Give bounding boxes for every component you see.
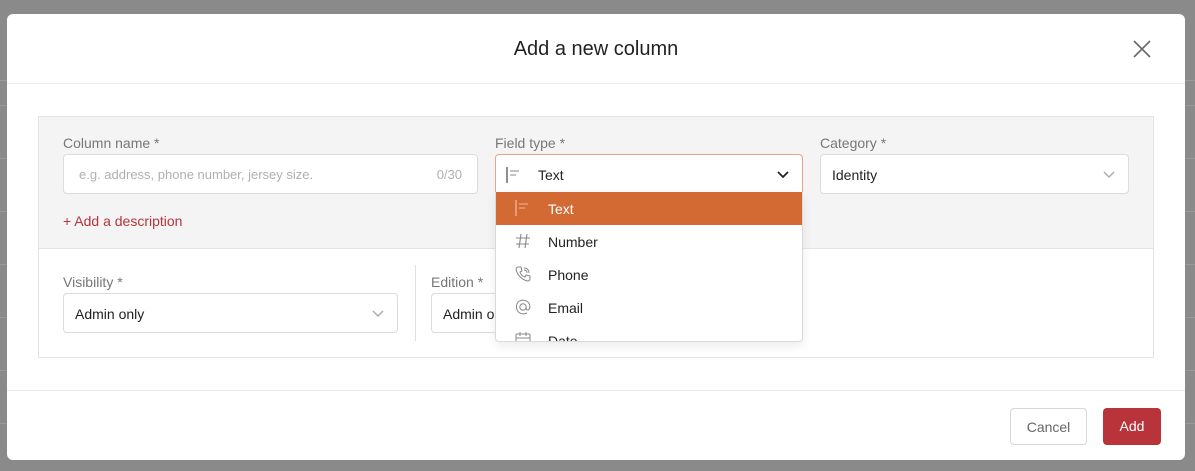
divider [415,265,416,341]
option-label: Number [548,234,598,250]
option-label: Date [548,333,578,342]
visibility-value: Admin only [75,306,145,322]
add-description-link[interactable]: + Add a description [63,213,182,229]
chevron-down-icon [1102,168,1116,182]
chevron-down-icon [371,307,385,321]
category-label: Category * [820,135,887,151]
option-label: Phone [548,267,589,283]
category-value: Identity [832,167,878,183]
text-align-icon [514,199,532,217]
visibility-select[interactable]: Admin only [63,293,398,333]
modal-footer: Cancel Add [7,390,1185,460]
edition-select[interactable]: Admin o [431,293,501,333]
dropdown-option-number[interactable]: Number [496,225,802,258]
phone-icon [514,265,532,283]
edition-label: Edition * [431,274,484,290]
chevron-down-icon [776,168,790,182]
field-type-label: Field type * [495,135,566,151]
modal-header: Add a new column [7,14,1185,84]
add-button[interactable]: Add [1103,408,1161,445]
hash-icon [514,232,532,250]
field-type-dropdown: Text Number Phone Email Date [495,192,803,342]
cancel-button[interactable]: Cancel [1010,408,1087,445]
column-name-placeholder: e.g. address, phone number, jersey size. [79,167,314,182]
calendar-icon [514,331,532,341]
option-label: Text [548,201,574,217]
text-align-icon [506,167,522,186]
dropdown-option-phone[interactable]: Phone [496,258,802,291]
field-type-value: Text [538,167,564,183]
modal-title: Add a new column [513,38,679,60]
edition-value: Admin o [443,306,495,322]
dropdown-option-email[interactable]: Email [496,291,802,324]
dropdown-option-date[interactable]: Date [496,324,802,342]
category-select[interactable]: Identity [820,154,1129,194]
add-column-modal: Add a new column Column name * e.g. addr… [7,14,1185,460]
at-icon [514,298,532,316]
character-counter: 0/30 [436,167,462,182]
column-name-label: Column name * [63,135,160,151]
option-label: Email [548,300,584,316]
field-type-select[interactable]: Text [495,154,803,194]
column-name-input[interactable]: e.g. address, phone number, jersey size.… [63,154,478,194]
dropdown-option-text[interactable]: Text [496,192,802,225]
visibility-label: Visibility * [63,274,123,290]
close-icon[interactable] [1131,38,1153,60]
